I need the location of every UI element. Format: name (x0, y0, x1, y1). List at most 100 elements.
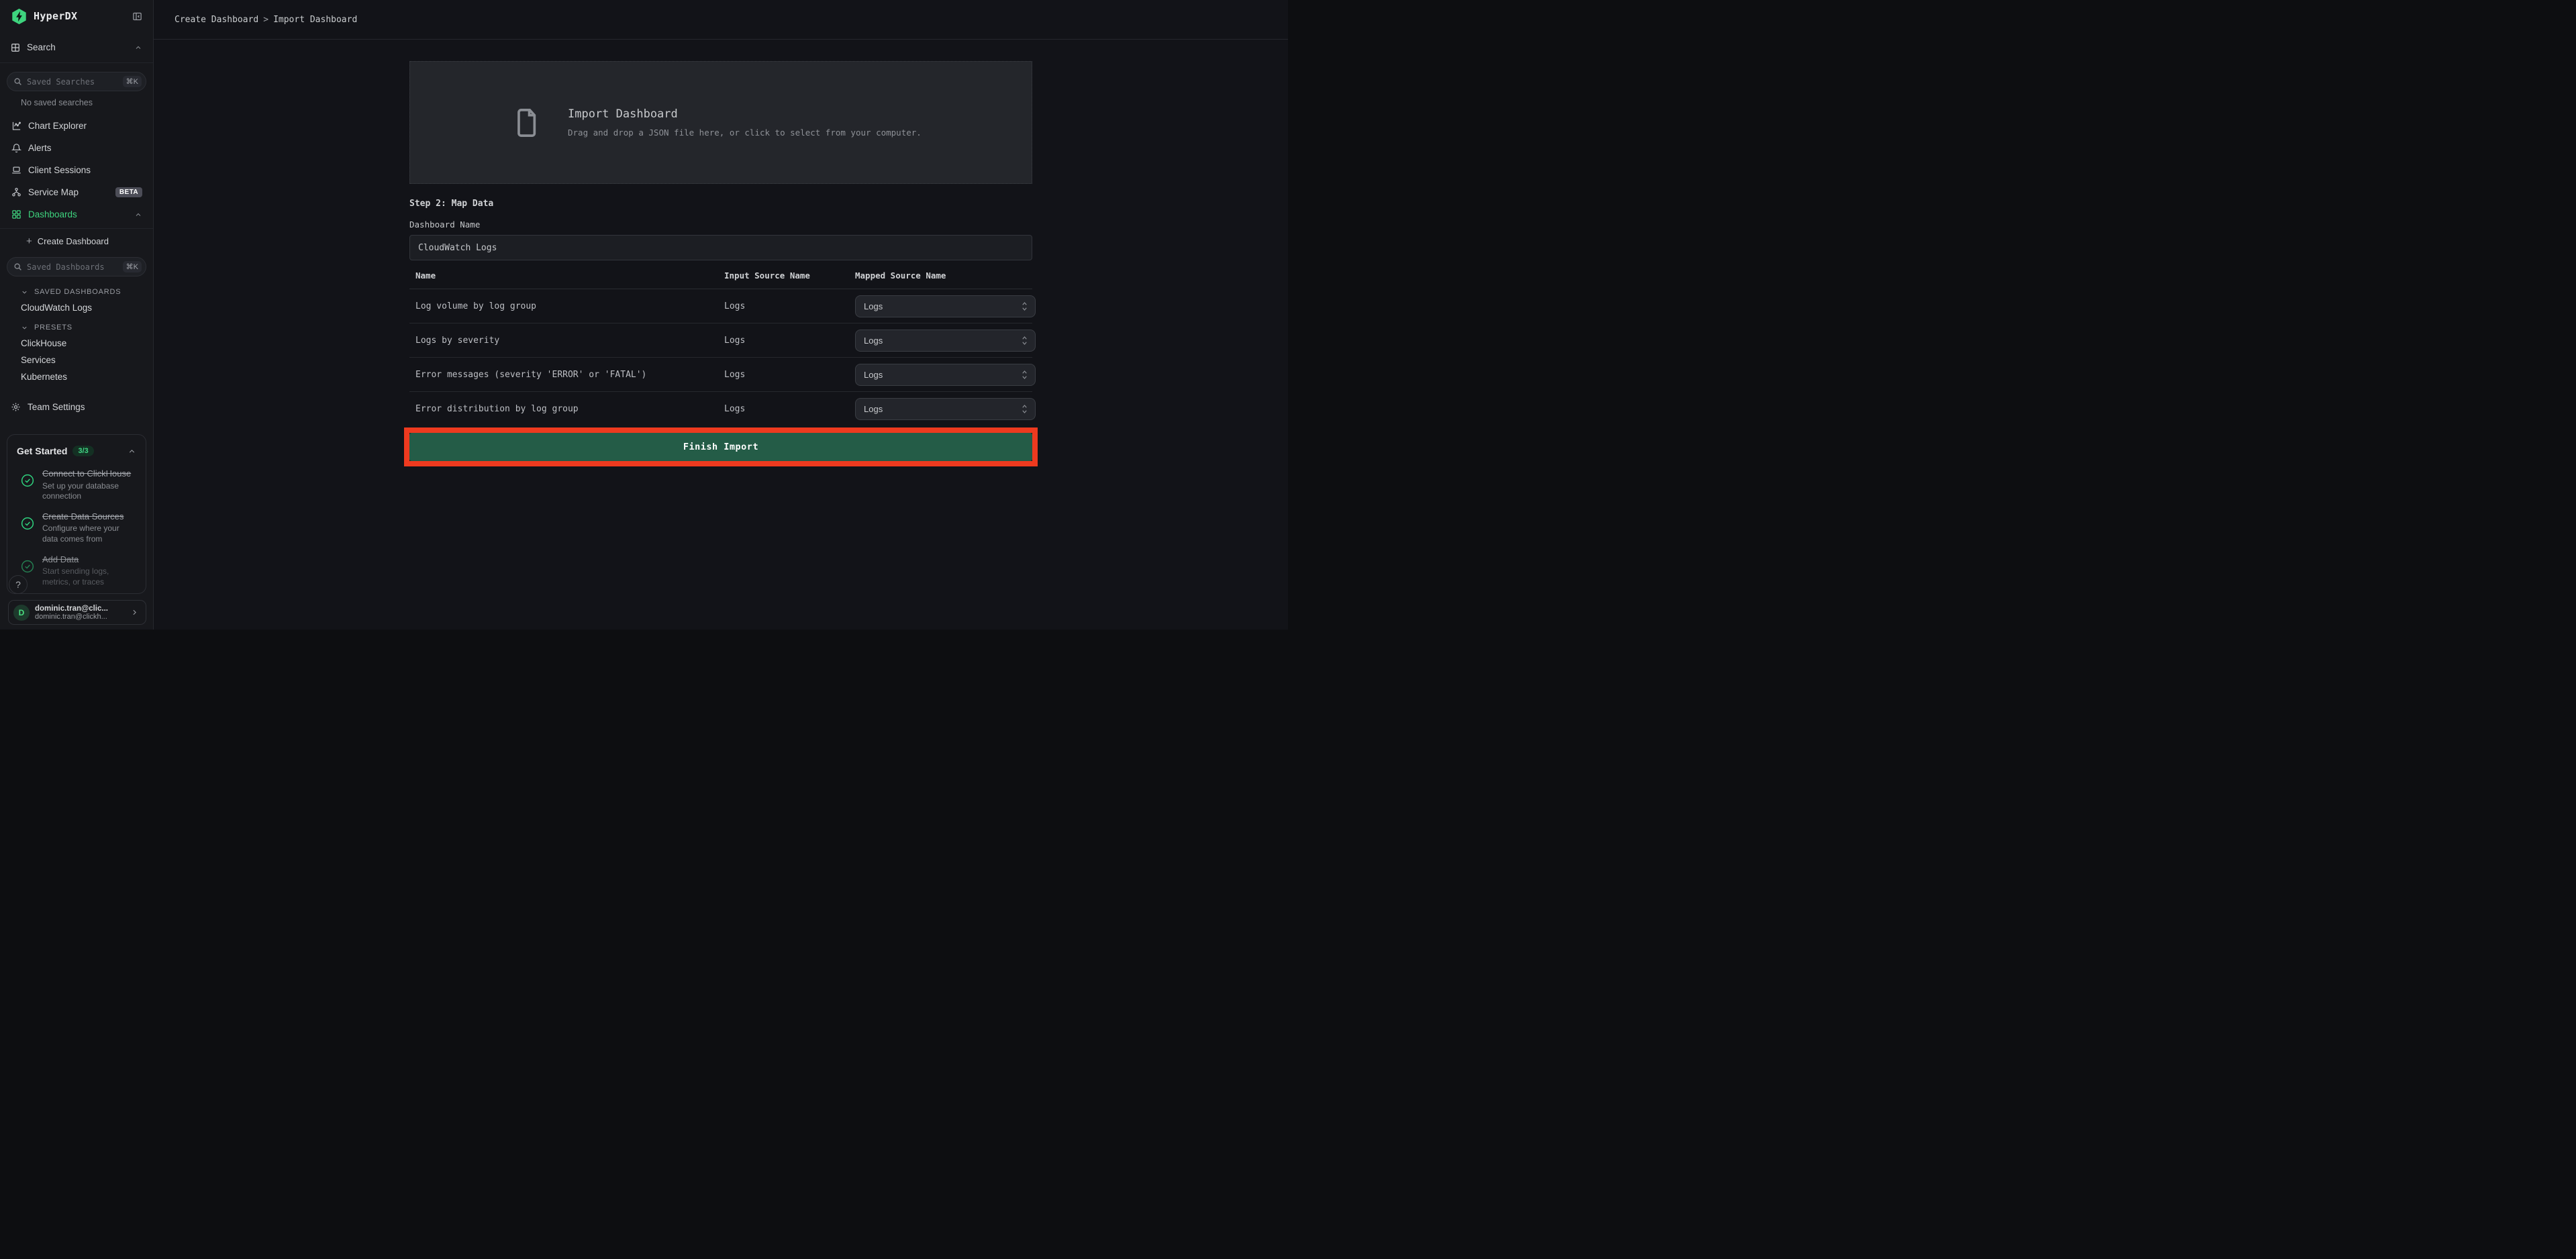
get-started-header[interactable]: Get Started 3/3 (17, 443, 136, 459)
chevron-updown-icon (1021, 336, 1028, 346)
row-name: Log volume by log group (409, 301, 718, 311)
checklist-item-connect-clickhouse[interactable]: Connect to ClickHouse Set up your databa… (17, 468, 136, 502)
shortcut-badge: ⌘K (123, 76, 142, 87)
sidebar-item-kubernetes[interactable]: Kubernetes (0, 368, 153, 385)
saved-dashboards-section-toggle[interactable]: SAVED DASHBOARDS (0, 285, 153, 299)
laptop-icon (11, 165, 21, 175)
table-row: Error distribution by log group Logs Log… (409, 392, 1032, 426)
checklist-item-add-data[interactable]: Add Data Start sending logs, metrics, or… (17, 554, 136, 588)
finish-import-button[interactable]: Finish Import (409, 433, 1032, 461)
sidebar-item-clickhouse[interactable]: ClickHouse (0, 335, 153, 352)
row-input-source: Logs (718, 336, 849, 346)
section-header-label: PRESETS (34, 323, 72, 332)
content: Import Dashboard Drag and drop a JSON fi… (154, 40, 1288, 630)
row-name: Error messages (severity 'ERROR' or 'FAT… (409, 370, 718, 380)
gear-icon (11, 402, 21, 412)
column-header-mapped-source: Mapped Source Name (849, 270, 1032, 281)
chevron-up-icon[interactable] (134, 44, 142, 52)
sidebar-item-dashboards[interactable]: Dashboards (0, 203, 153, 225)
sidebar-item-alerts[interactable]: Alerts (0, 137, 153, 159)
checklist-item-create-data-sources[interactable]: Create Data Sources Configure where your… (17, 511, 136, 545)
chevron-updown-icon (1021, 370, 1028, 380)
bell-icon (11, 143, 21, 153)
nav-label: Chart Explorer (28, 121, 87, 131)
breadcrumb-separator: > (258, 15, 273, 25)
dropzone-texts: Import Dashboard Drag and drop a JSON fi… (568, 107, 922, 138)
chevron-down-icon (21, 324, 28, 332)
create-dashboard-button[interactable]: + Create Dashboard (0, 229, 153, 253)
sidebar-collapse-icon[interactable] (132, 11, 142, 21)
mapped-source-select[interactable]: Logs (855, 398, 1036, 420)
chart-icon (11, 121, 21, 131)
dashboards-group: + Create Dashboard Saved Dashboards ⌘K S… (0, 228, 153, 385)
nav-label: Service Map (28, 187, 79, 197)
check-circle-icon (21, 517, 34, 530)
table-header: Name Input Source Name Mapped Source Nam… (409, 270, 1032, 289)
mapped-source-select[interactable]: Logs (855, 364, 1036, 386)
sidebar-item-services[interactable]: Services (0, 352, 153, 368)
sidebar-item-client-sessions[interactable]: Client Sessions (0, 159, 153, 181)
chevron-up-icon[interactable] (134, 211, 142, 219)
sidebar-item-cloudwatch-logs[interactable]: CloudWatch Logs (0, 299, 153, 316)
row-input-source: Logs (718, 301, 849, 311)
checklist-title: Connect to ClickHouse (42, 468, 136, 480)
search-icon (13, 262, 22, 271)
dashboard-name-input[interactable] (409, 235, 1032, 260)
chevron-up-icon[interactable] (128, 447, 136, 456)
checklist-desc: Configure where your data comes from (42, 523, 136, 544)
select-value: Logs (864, 336, 883, 346)
dashboard-name-label: Dashboard Name (409, 219, 1032, 230)
user-menu[interactable]: D dominic.tran@clic... dominic.tran@clic… (8, 600, 146, 625)
mapped-source-select[interactable]: Logs (855, 330, 1036, 352)
column-header-input-source: Input Source Name (718, 270, 849, 281)
chevron-updown-icon (1021, 301, 1028, 311)
user-name: dominic.tran@clic... (35, 605, 108, 613)
checklist-title: Create Data Sources (42, 511, 136, 523)
dropzone-subtitle: Drag and drop a JSON file here, or click… (568, 128, 922, 138)
checklist-desc: Start sending logs, metrics, or traces (42, 566, 136, 587)
chevron-updown-icon (1021, 404, 1028, 414)
row-name: Error distribution by log group (409, 404, 718, 414)
mapped-source-select[interactable]: Logs (855, 295, 1036, 317)
row-input-source: Logs (718, 404, 849, 414)
main-area: Create Dashboard>Import Dashboard Import… (154, 0, 1288, 630)
shortcut-badge: ⌘K (123, 261, 142, 272)
breadcrumb: Create Dashboard>Import Dashboard (175, 15, 357, 25)
table-row: Log volume by log group Logs Logs (409, 289, 1032, 323)
no-saved-searches-note: No saved searches (21, 98, 153, 107)
chevron-right-icon (130, 608, 139, 617)
check-circle-icon (21, 560, 34, 573)
step-heading: Step 2: Map Data (409, 199, 1032, 209)
select-value: Logs (864, 370, 883, 380)
breadcrumb-create-dashboard[interactable]: Create Dashboard (175, 15, 258, 25)
checklist-desc: Set up your database connection (42, 481, 136, 502)
presets-section-toggle[interactable]: PRESETS (0, 320, 153, 335)
sidebar-spacer (0, 418, 153, 434)
sidebar-item-chart-explorer[interactable]: Chart Explorer (0, 115, 153, 137)
row-name: Logs by severity (409, 336, 718, 346)
nav-label: Alerts (28, 143, 52, 153)
mapping-table: Name Input Source Name Mapped Source Nam… (409, 270, 1032, 426)
file-icon (515, 108, 538, 138)
hierarchy-icon (11, 187, 21, 197)
dropzone-title: Import Dashboard (568, 107, 922, 121)
topbar: Create Dashboard>Import Dashboard (154, 0, 1288, 40)
sidebar-item-team-settings[interactable]: Team Settings (0, 396, 153, 418)
window-grid-icon (11, 43, 20, 52)
nav-label: Client Sessions (28, 165, 91, 175)
sidebar-nav: Chart Explorer Alerts Client Sessions (0, 115, 153, 225)
app-title[interactable]: HyperDX (34, 10, 77, 22)
help-button[interactable]: ? (9, 575, 28, 594)
saved-dashboards-input[interactable]: Saved Dashboards ⌘K (7, 257, 146, 276)
import-dropzone[interactable]: Import Dashboard Drag and drop a JSON fi… (409, 61, 1032, 184)
saved-searches-input[interactable]: Saved Searches ⌘K (7, 72, 146, 91)
dashboards-grid-icon (11, 209, 21, 219)
saved-dashboards-placeholder: Saved Dashboards (27, 262, 105, 272)
get-started-title: Get Started (17, 446, 67, 456)
select-value: Logs (864, 404, 883, 414)
chevron-down-icon (21, 289, 28, 296)
progress-badge: 3/3 (72, 446, 93, 456)
sidebar-item-search[interactable]: Search (0, 32, 153, 63)
sidebar-item-service-map[interactable]: Service Map BETA (0, 181, 153, 203)
table-row: Logs by severity Logs Logs (409, 323, 1032, 358)
